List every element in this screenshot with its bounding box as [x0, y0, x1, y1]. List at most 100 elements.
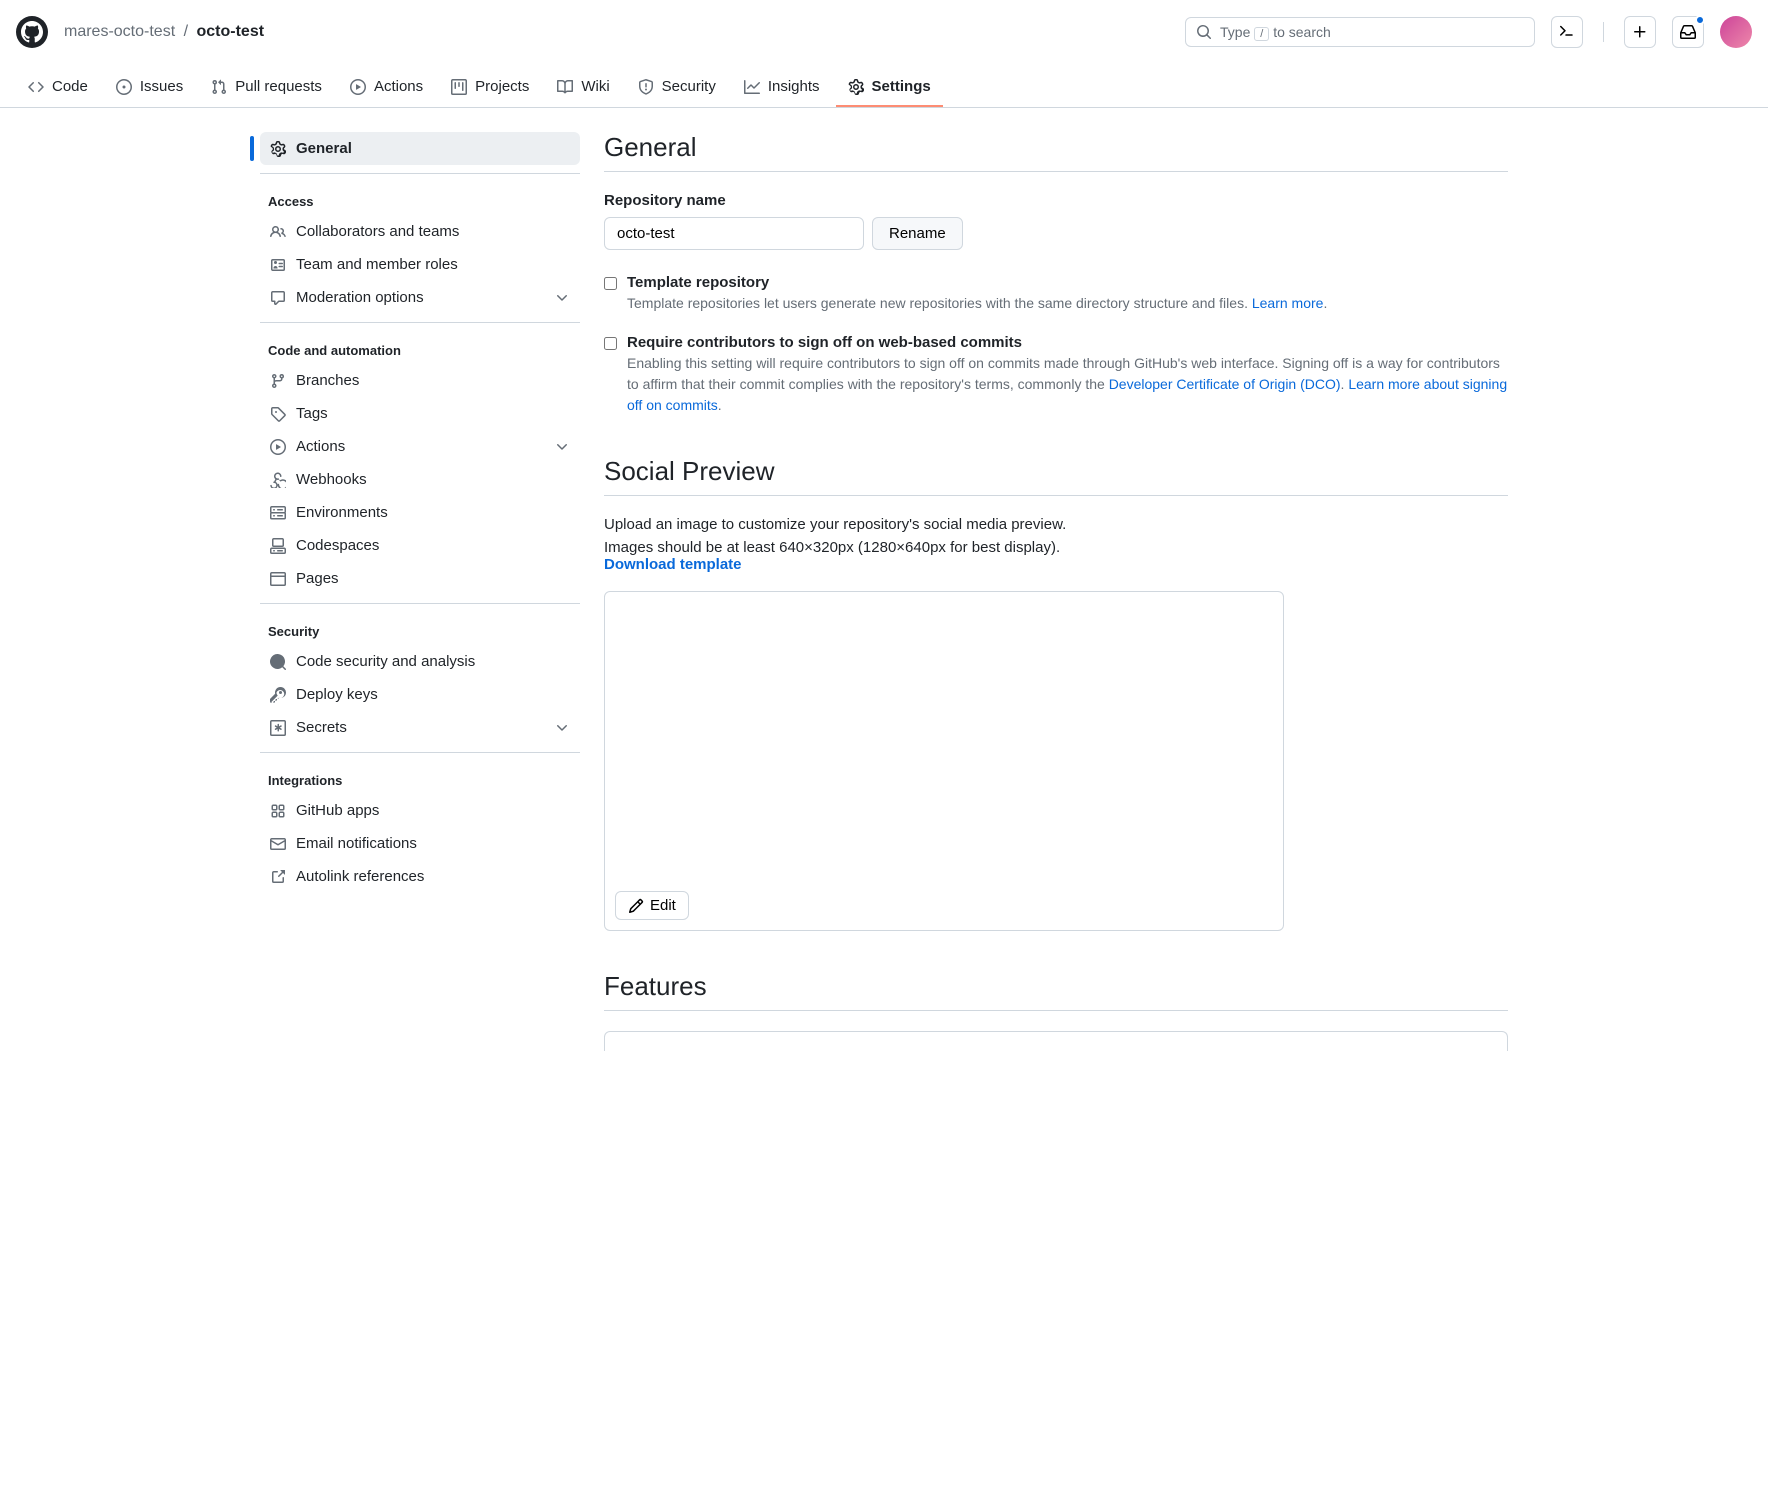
book-icon — [557, 79, 573, 95]
tab-insights[interactable]: Insights — [732, 68, 832, 107]
notifications-button[interactable] — [1672, 16, 1704, 48]
sidebar-item-label: Code security and analysis — [296, 653, 475, 670]
sidebar-item-label: GitHub apps — [296, 802, 379, 819]
sidebar-item-pages[interactable]: Pages — [260, 562, 580, 595]
sidebar-item-actions[interactable]: Actions — [260, 430, 580, 463]
github-logo[interactable] — [16, 16, 48, 48]
sidebar-heading-access: Access — [260, 182, 580, 215]
sidebar-item-label: Team and member roles — [296, 256, 458, 273]
sidebar-item-label: Tags — [296, 405, 328, 422]
main-content: General Repository name Rename Template … — [604, 132, 1508, 1051]
tab-actions[interactable]: Actions — [338, 68, 435, 107]
sidebar-heading-code-and-automation: Code and automation — [260, 331, 580, 364]
sidebar-item-label: Environments — [296, 504, 388, 521]
owner-link[interactable]: mares-octo-test — [64, 23, 175, 40]
sidebar-item-email-notifications[interactable]: Email notifications — [260, 827, 580, 860]
sidebar-item-autolink-references[interactable]: Autolink references — [260, 860, 580, 893]
page-title: General — [604, 132, 1508, 163]
tab-label: Wiki — [581, 78, 609, 95]
sidebar-item-collaborators-and-teams[interactable]: Collaborators and teams — [260, 215, 580, 248]
sidebar-heading-integrations: Integrations — [260, 761, 580, 794]
repo-name-input[interactable] — [604, 217, 864, 250]
tab-label: Code — [52, 78, 88, 95]
tab-code[interactable]: Code — [16, 68, 100, 107]
sidebar-item-label: Secrets — [296, 719, 347, 736]
id-icon — [270, 257, 286, 273]
signoff-desc: Enabling this setting will require contr… — [627, 353, 1508, 416]
tab-label: Actions — [374, 78, 423, 95]
sidebar-item-label: Collaborators and teams — [296, 223, 459, 240]
chevron-down-icon — [554, 720, 570, 736]
signoff-checkbox[interactable] — [604, 337, 617, 350]
tab-projects[interactable]: Projects — [439, 68, 541, 107]
codespace-icon — [270, 538, 286, 554]
gear-icon — [848, 79, 864, 95]
tab-label: Issues — [140, 78, 183, 95]
dco-link[interactable]: Developer Certificate of Origin (DCO) — [1109, 376, 1341, 392]
rename-button[interactable]: Rename — [872, 217, 963, 250]
sidebar-item-team-and-member-roles[interactable]: Team and member roles — [260, 248, 580, 281]
sidebar-item-deploy-keys[interactable]: Deploy keys — [260, 678, 580, 711]
sidebar-item-code-security-and-analysis[interactable]: Code security and analysis — [260, 645, 580, 678]
mail-icon — [270, 836, 286, 852]
tab-wiki[interactable]: Wiki — [545, 68, 621, 107]
tab-security[interactable]: Security — [626, 68, 728, 107]
sidebar-item-label: Email notifications — [296, 835, 417, 852]
repo-nav: Code Issues Pull requests Actions Projects Wi… — [0, 68, 1768, 108]
sidebar-item-webhooks[interactable]: Webhooks — [260, 463, 580, 496]
browser-icon — [270, 571, 286, 587]
sidebar-item-environments[interactable]: Environments — [260, 496, 580, 529]
command-palette-button[interactable] — [1551, 16, 1583, 48]
tab-pull-requests[interactable]: Pull requests — [199, 68, 334, 107]
divider — [604, 1010, 1508, 1011]
sidebar-item-label: Autolink references — [296, 868, 424, 885]
sidebar-item-label: Actions — [296, 438, 345, 455]
sidebar-item-label: Branches — [296, 372, 359, 389]
search-input[interactable]: Type / to search — [1185, 17, 1535, 47]
branch-icon — [270, 373, 286, 389]
create-button[interactable] — [1624, 16, 1656, 48]
divider — [604, 495, 1508, 496]
tab-label: Insights — [768, 78, 820, 95]
social-title: Social Preview — [604, 456, 1508, 487]
chevron-down-icon — [554, 290, 570, 306]
repo-link[interactable]: octo-test — [197, 23, 265, 40]
edit-button[interactable]: Edit — [615, 891, 689, 920]
sidebar-item-branches[interactable]: Branches — [260, 364, 580, 397]
social-preview-box: Edit — [604, 591, 1284, 931]
issue-icon — [116, 79, 132, 95]
sidebar-item-general[interactable]: General — [260, 132, 580, 165]
tab-settings[interactable]: Settings — [836, 68, 943, 107]
sidebar-item-label: General — [296, 140, 352, 157]
sidebar-item-github-apps[interactable]: GitHub apps — [260, 794, 580, 827]
features-title: Features — [604, 971, 1508, 1002]
sidebar-item-moderation-options[interactable]: Moderation options — [260, 281, 580, 314]
key-icon — [270, 687, 286, 703]
avatar[interactable] — [1720, 16, 1752, 48]
separator: / — [184, 23, 188, 40]
server-icon — [270, 505, 286, 521]
sidebar-item-secrets[interactable]: Secrets — [260, 711, 580, 744]
sidebar-item-label: Deploy keys — [296, 686, 378, 703]
social-desc2: Images should be at least 640×320px (128… — [604, 539, 1508, 573]
tab-issues[interactable]: Issues — [104, 68, 195, 107]
divider — [604, 171, 1508, 172]
sidebar-item-label: Moderation options — [296, 289, 424, 306]
download-template-link[interactable]: Download template — [604, 556, 742, 573]
terminal-icon — [1559, 24, 1575, 40]
sidebar-item-tags[interactable]: Tags — [260, 397, 580, 430]
notification-dot — [1695, 15, 1705, 25]
gear-icon — [270, 141, 286, 157]
breadcrumb: mares-octo-test / octo-test — [64, 23, 1169, 41]
tab-label: Settings — [872, 78, 931, 95]
sidebar-item-label: Pages — [296, 570, 339, 587]
sidebar-item-codespaces[interactable]: Codespaces — [260, 529, 580, 562]
search-icon — [1196, 24, 1212, 40]
template-desc: Template repositories let users generate… — [627, 293, 1327, 314]
learn-more-link[interactable]: Learn more — [1252, 295, 1324, 311]
signoff-title: Require contributors to sign off on web-… — [627, 334, 1508, 351]
template-checkbox[interactable] — [604, 277, 617, 290]
divider — [1603, 22, 1604, 42]
features-box — [604, 1031, 1508, 1051]
template-title: Template repository — [627, 274, 1327, 291]
